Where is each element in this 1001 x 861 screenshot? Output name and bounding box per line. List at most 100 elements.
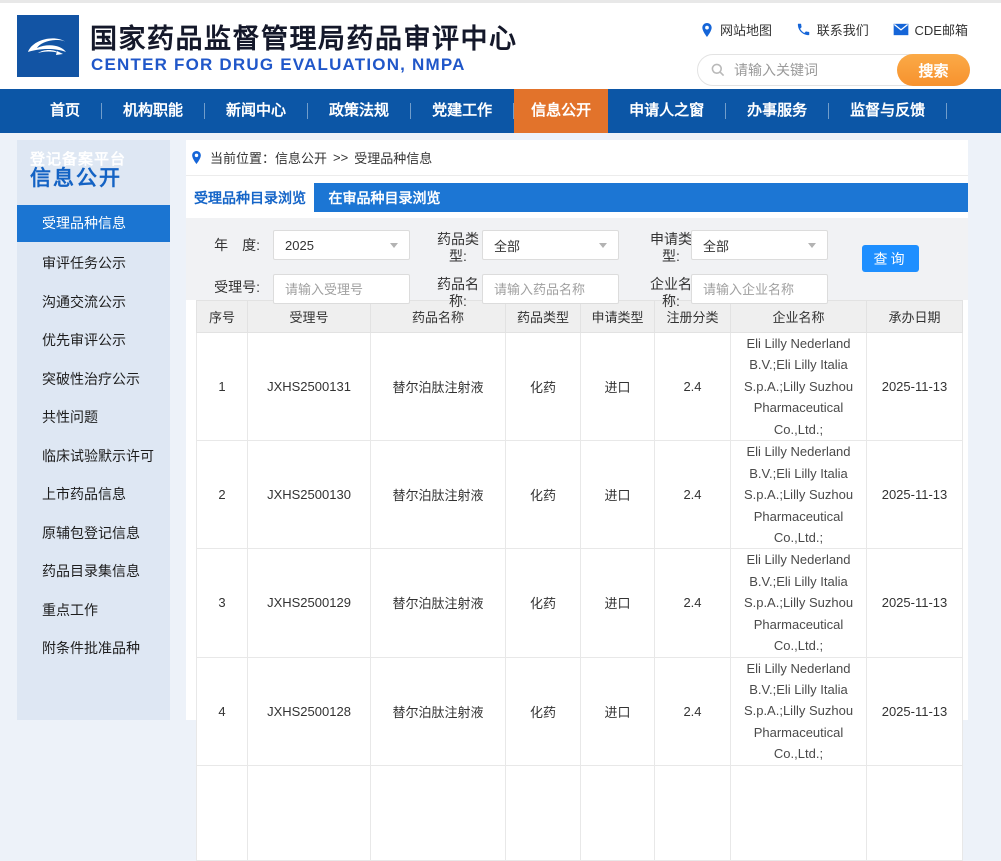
cell-acceptance-no (247, 764, 371, 861)
sidebar-item-breakthrough-therapy[interactable]: 突破性治疗公示 (17, 360, 170, 399)
nav-item-policies[interactable]: 政策法规 (308, 89, 410, 133)
results-table: 序号 受理号 药品名称 药品类型 申请类型 注册分类 企业名称 承办日期 1 J… (196, 300, 963, 861)
cell-apply-type: 进口 (580, 548, 655, 658)
site-header: 国家药品监督管理局药品审评中心 CENTER FOR DRUG EVALUATI… (0, 3, 1001, 89)
table-header-row: 序号 受理号 药品名称 药品类型 申请类型 注册分类 企业名称 承办日期 (196, 300, 963, 333)
apply-type-label: 申请类 型: (650, 231, 692, 264)
col-header-date: 承办日期 (866, 300, 963, 333)
cell-apply-type: 进口 (580, 440, 655, 550)
filter-panel: 年 度: 2025 药品类型: 全部 申请类型: 全部 查询 受理号: 药品名称… (186, 218, 968, 309)
cell-date: 2025-11-13 (866, 548, 963, 658)
table-row (196, 764, 963, 861)
cde-logo (17, 15, 79, 77)
sidebar-item-common-issues[interactable]: 共性问题 (17, 398, 170, 437)
nav-item-supervision[interactable]: 监督与反馈 (829, 89, 946, 133)
cell-date: 2025-11-13 (866, 440, 963, 550)
sidebar-item-excipients-registration[interactable]: 原辅包登记信息 (17, 514, 170, 553)
sidebar-item-review-tasks[interactable]: 审评任务公示 (17, 244, 170, 283)
drug-type-label: 药品类 型: (437, 231, 479, 264)
drug-name-field[interactable] (483, 275, 618, 303)
company-name-field-wrap (691, 274, 828, 304)
cell-index: 2 (196, 440, 248, 550)
tab-bar: 受理品种目录浏览 在审品种目录浏览 (186, 183, 968, 212)
cell-reg-class: 2.4 (654, 656, 731, 766)
col-header-acceptance-no: 受理号 (247, 300, 371, 333)
location-pin-icon (702, 22, 712, 37)
cde-mail-link[interactable]: CDE邮箱 (893, 20, 968, 39)
nav-item-services[interactable]: 办事服务 (726, 89, 828, 133)
cell-reg-class: 2.4 (654, 548, 731, 658)
main-nav: 首页 机构职能 新闻中心 政策法规 党建工作 信息公开 申请人之窗 办事服务 监… (0, 89, 1001, 133)
acceptance-no-label: 受理号: (214, 279, 260, 295)
breadcrumb: 当前位置：信息公开 >> 受理品种信息 (186, 140, 968, 176)
chevron-down-icon (808, 242, 816, 248)
nav-item-functions[interactable]: 机构职能 (102, 89, 204, 133)
sitemap-link[interactable]: 网站地图 (700, 20, 772, 39)
nav-divider (946, 103, 948, 119)
cell-drug-name: 替尔泊肽注射液 (370, 548, 506, 658)
year-select[interactable]: 2025 (273, 230, 410, 260)
nav-item-home[interactable]: 首页 (29, 89, 101, 133)
sidebar: 登记备案平台 信息公开 受理品种信息 审评任务公示 沟通交流公示 优先审评公示 … (17, 140, 170, 720)
apply-type-select[interactable]: 全部 (691, 230, 828, 260)
cell-company (730, 764, 867, 861)
acceptance-no-field-wrap (273, 274, 410, 304)
sidebar-menu: 受理品种信息 审评任务公示 沟通交流公示 优先审评公示 突破性治疗公示 共性问题… (17, 205, 170, 668)
sidebar-item-priority-review[interactable]: 优先审评公示 (17, 321, 170, 360)
cell-apply-type (580, 764, 655, 861)
drug-type-select-value: 全部 (494, 238, 521, 254)
drug-type-select[interactable]: 全部 (482, 230, 619, 260)
col-header-apply-type: 申请类型 (580, 300, 655, 333)
table-row: 2 JXHS2500130 替尔泊肽注射液 化药 进口 2.4 Eli Lill… (196, 440, 963, 550)
contact-link[interactable]: 联系我们 (796, 20, 869, 39)
tab-accepted-catalog[interactable]: 受理品种目录浏览 (186, 183, 314, 212)
cell-drug-name (370, 764, 506, 861)
drug-name-field-wrap (482, 274, 619, 304)
nav-item-party[interactable]: 党建工作 (411, 89, 513, 133)
acceptance-no-field[interactable] (274, 275, 409, 303)
cell-company: Eli Lilly Nederland B.V.;Eli Lilly Itali… (730, 656, 867, 766)
drug-name-label: 药品名 称: (437, 276, 479, 309)
nav-item-applicant[interactable]: 申请人之窗 (608, 89, 725, 133)
sidebar-item-key-work[interactable]: 重点工作 (17, 591, 170, 630)
tab-under-review-catalog[interactable]: 在审品种目录浏览 (314, 183, 455, 212)
cell-drug-type: 化药 (505, 548, 581, 658)
nav-item-info-disclosure[interactable]: 信息公开 (514, 89, 609, 133)
breadcrumb-current: 受理品种信息 (354, 151, 433, 166)
cell-drug-name: 替尔泊肽注射液 (370, 656, 506, 766)
col-header-index: 序号 (196, 300, 248, 333)
table-row: 1 JXHS2500131 替尔泊肽注射液 化药 进口 2.4 Eli Lill… (196, 331, 963, 442)
nav-item-news[interactable]: 新闻中心 (205, 89, 307, 133)
sidebar-item-communication[interactable]: 沟通交流公示 (17, 283, 170, 322)
query-button[interactable]: 查询 (862, 245, 919, 272)
chevron-down-icon (390, 242, 398, 248)
chevron-down-icon (599, 242, 607, 248)
col-header-drug-type: 药品类型 (505, 300, 581, 333)
cell-company: Eli Lilly Nederland B.V.;Eli Lilly Itali… (730, 440, 867, 550)
cell-company: Eli Lilly Nederland B.V.;Eli Lilly Itali… (730, 548, 867, 658)
site-subtitle: CENTER FOR DRUG EVALUATION, NMPA (91, 55, 466, 74)
apply-type-select-value: 全部 (703, 238, 730, 254)
cell-date: 2025-11-13 (866, 656, 963, 766)
breadcrumb-separator: >> (333, 150, 349, 165)
sidebar-item-conditional-approval[interactable]: 附条件批准品种 (17, 629, 170, 668)
sidebar-item-drug-catalog[interactable]: 药品目录集信息 (17, 552, 170, 591)
swan-icon (28, 38, 66, 55)
contact-label: 联系我们 (816, 23, 869, 38)
sidebar-item-marketed-drugs[interactable]: 上市药品信息 (17, 475, 170, 514)
cell-apply-type: 进口 (580, 656, 655, 766)
cell-drug-type: 化药 (505, 440, 581, 550)
sidebar-title: 信息公开 (30, 167, 122, 190)
search-icon (711, 63, 725, 77)
cell-acceptance-no: JXHS2500130 (247, 440, 371, 550)
sitemap-label: 网站地图 (720, 23, 773, 38)
search-button[interactable]: 搜索 (897, 54, 970, 86)
cell-date: 2025-11-13 (866, 331, 963, 442)
company-name-field[interactable] (692, 275, 827, 303)
phone-icon (797, 23, 810, 36)
cell-acceptance-no: JXHS2500128 (247, 656, 371, 766)
sidebar-item-accepted-varieties[interactable]: 受理品种信息 (17, 205, 170, 242)
site-search: 搜索 (697, 54, 970, 86)
cell-acceptance-no: JXHS2500129 (247, 548, 371, 658)
sidebar-item-clinical-trial-license[interactable]: 临床试验默示许可 (17, 437, 170, 476)
